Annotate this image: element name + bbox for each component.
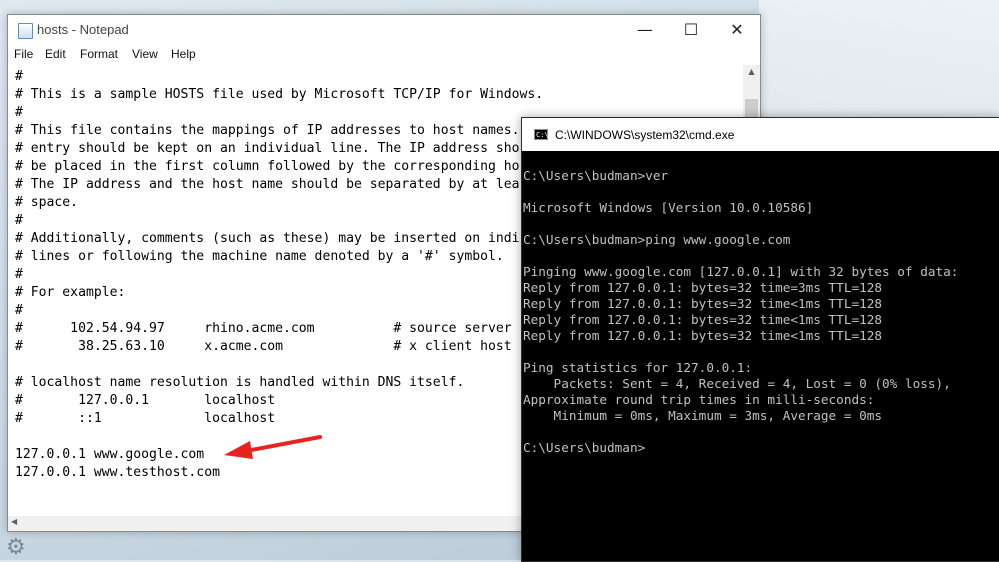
cmd-output-line [523,248,999,264]
cmd-icon: C:\ [534,129,549,140]
menu-help[interactable]: Help [171,47,196,61]
cmd-output-line: Ping statistics for 127.0.0.1: [523,360,753,375]
menu-bar: File Edit Format View Help [8,45,760,65]
cmd-output-line: Packets: Sent = 4, Received = 4, Lost = … [523,376,951,391]
cmd-title: C:\WINDOWS\system32\cmd.exe [555,128,735,142]
cmd-output-line: Reply from 127.0.0.1: bytes=32 time<1ms … [523,296,883,311]
close-button[interactable]: ✕ [714,15,760,45]
cmd-output-line: Reply from 127.0.0.1: bytes=32 time<1ms … [523,328,883,343]
notepad-title-bar[interactable]: hosts - Notepad — ☐ ✕ [8,15,760,45]
cmd-output-line: Microsoft Windows [Version 10.0.10586] [523,200,814,215]
gear-icon[interactable]: ⚙ [6,535,46,560]
maximize-button[interactable]: ☐ [668,15,714,45]
cmd-output-line: Minimum = 0ms, Maximum = 3ms, Average = … [523,408,883,423]
cmd-output-line [523,344,999,360]
cmd-window: C:\ C:\WINDOWS\system32\cmd.exe C:\Users… [521,117,999,562]
menu-format[interactable]: Format [80,47,118,61]
cmd-output-line: C:\Users\budman>ping www.google.com [523,232,791,247]
notepad-icon [18,23,33,39]
scroll-left-icon[interactable]: ◀ [11,517,17,526]
menu-view[interactable]: View [132,47,158,61]
notepad-text-line: # [15,69,23,84]
cmd-output-line: Reply from 127.0.0.1: bytes=32 time=3ms … [523,280,883,295]
cmd-output-line [523,216,999,232]
cmd-output-line [523,424,999,440]
cmd-console-output[interactable]: C:\Users\budman>ver Microsoft Windows [Ve… [523,168,999,558]
cmd-output-line: C:\Users\budman>ver [523,168,669,183]
notepad-text-line: # This is a sample HOSTS file used by Mi… [15,87,544,102]
cmd-title-bar[interactable]: C:\ C:\WINDOWS\system32\cmd.exe [522,118,999,151]
notepad-title: hosts - Notepad [37,22,129,37]
cmd-output-line: Approximate round trip times in milli-se… [523,392,875,407]
cmd-output-line: Reply from 127.0.0.1: bytes=32 time<1ms … [523,312,883,327]
menu-file[interactable]: File [14,47,33,61]
minimize-button[interactable]: — [622,15,668,45]
cmd-output-line: C:\Users\budman> [523,440,646,455]
scroll-up-icon[interactable]: ▲ [743,67,760,76]
cmd-output-line: Pinging www.google.com [127.0.0.1] with … [523,264,959,279]
menu-edit[interactable]: Edit [45,47,66,61]
cmd-output-line [523,184,999,200]
